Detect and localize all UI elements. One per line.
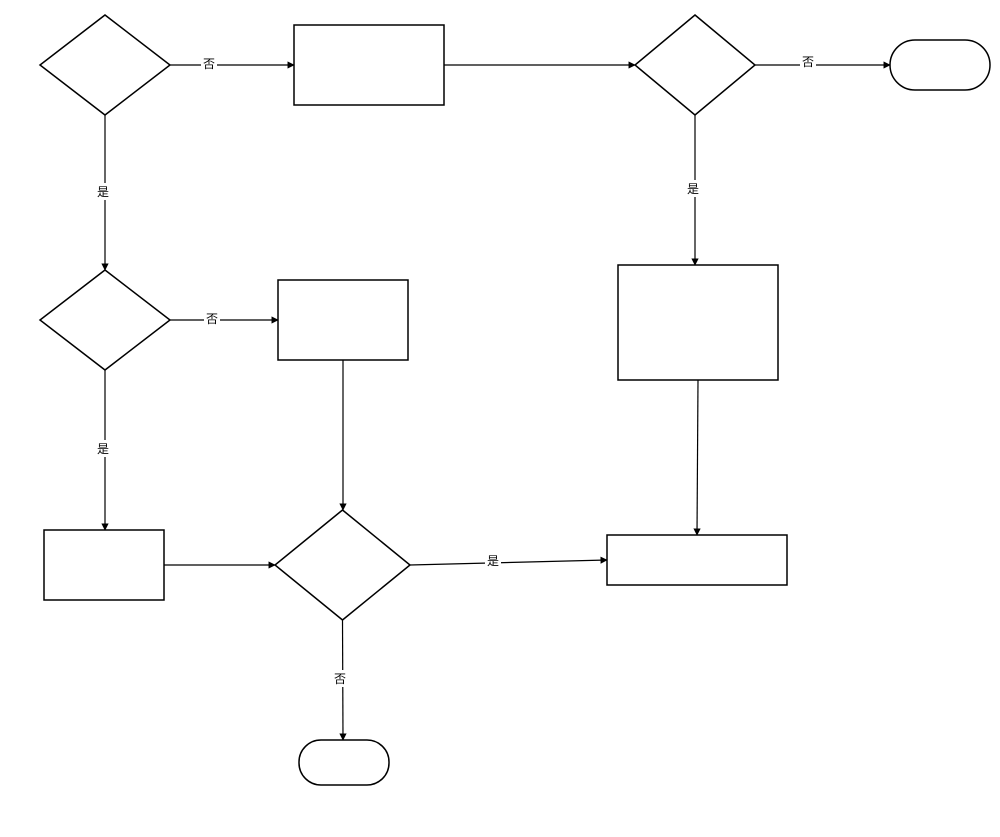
edge-label-d1-right: 否	[201, 55, 217, 72]
edge-p3-p5	[697, 380, 698, 535]
node-process2	[278, 280, 408, 360]
edge-label-d2-right: 否	[800, 53, 816, 70]
node-decision2	[635, 15, 755, 115]
node-process5	[607, 535, 787, 585]
edge-label-d4-bottom: 否	[332, 670, 348, 687]
flowchart-canvas: 否 是 否 是 否 是 是 否	[0, 0, 1000, 837]
node-decision3	[40, 270, 170, 370]
node-terminator2	[299, 740, 389, 785]
node-decision1	[40, 15, 170, 115]
node-terminator1	[890, 40, 990, 90]
node-process3	[618, 265, 778, 380]
flowchart-svg	[0, 0, 1000, 837]
node-process4	[44, 530, 164, 600]
edge-label-d4-right: 是	[485, 552, 501, 569]
edge-label-d3-right: 否	[204, 310, 220, 327]
edge-label-d3-bottom: 是	[95, 440, 111, 457]
edge-label-d2-bottom: 是	[685, 180, 701, 197]
edge-label-d1-bottom: 是	[95, 183, 111, 200]
edge-d4-p5	[410, 560, 607, 565]
node-process1	[294, 25, 444, 105]
node-decision4	[275, 510, 410, 620]
